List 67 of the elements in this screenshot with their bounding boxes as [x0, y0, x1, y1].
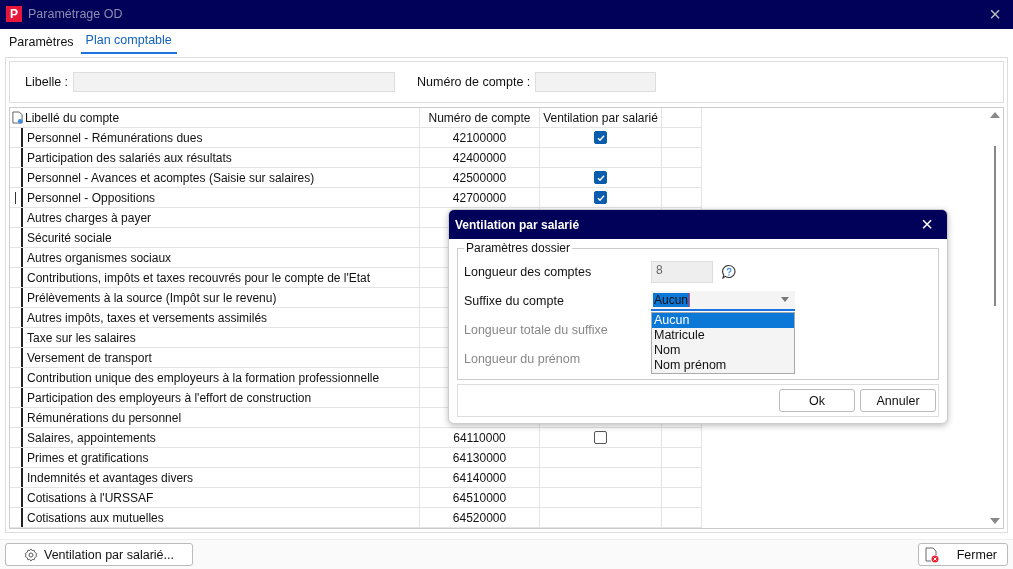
close-button[interactable]: ×: [989, 4, 1001, 25]
table-cell: 42100000: [452, 130, 507, 145]
dropdown-option[interactable]: Matricule: [652, 327, 794, 343]
table-cell: Cotisations à l'URSSAF: [23, 488, 420, 508]
checkbox[interactable]: [594, 191, 607, 205]
close-button[interactable]: ×: [921, 213, 933, 236]
table-cell: Contribution unique des employeurs à la formation professionnelle: [23, 368, 420, 388]
table-cell: 64140000: [452, 470, 507, 485]
table-cell: Personnel - Oppositions: [23, 188, 420, 208]
table-cell: Prélèvements à la source (Impôt sur le revenu): [23, 288, 420, 308]
filter-label: Numéro de compte :: [417, 75, 531, 90]
table-cell: Participation des salariés aux résultats: [23, 148, 420, 168]
dialog-title: Ventilation par salarié: [455, 217, 580, 232]
table-cell: 64510000: [452, 490, 507, 505]
dropdown-option[interactable]: Nom prénom: [652, 357, 794, 373]
dropdown-option[interactable]: Nom: [652, 342, 794, 358]
gear-icon: [24, 547, 38, 562]
table-cell: 42700000: [452, 190, 507, 205]
table-cell: 64520000: [452, 510, 507, 525]
table-cell: Rémunérations du personnel: [23, 408, 420, 428]
column-header[interactable]: Numéro de compte: [420, 108, 540, 128]
dropdown-option[interactable]: Aucun: [652, 312, 794, 328]
caret-icon: [781, 297, 789, 302]
number-field[interactable]: 8: [651, 260, 713, 283]
document-icon[interactable]: [12, 111, 23, 125]
field-label: Longueur des comptes: [464, 264, 593, 279]
table-cell: 42500000: [452, 170, 507, 185]
column-header[interactable]: Ventilation par salarié: [540, 108, 662, 128]
help-icon[interactable]: [721, 263, 737, 280]
table-cell: Indemnités et avantages divers: [23, 468, 420, 488]
table-cell: Autres impôts, taxes et versements assimilés: [23, 308, 420, 328]
checkbox[interactable]: [594, 171, 607, 185]
ventilation-button[interactable]: Ventilation par salarié...: [5, 543, 193, 567]
table-cell: Taxe sur les salaires: [23, 328, 420, 348]
table-cell: 42400000: [452, 150, 507, 165]
column-header[interactable]: Libellé du compte: [25, 110, 120, 125]
table-cell: Salaires, appointements: [23, 428, 420, 448]
table-cell: Personnel - Avances et acomptes (Saisie sur salaires): [23, 168, 420, 188]
tab[interactable]: Plan comptable: [80, 32, 177, 55]
filter-label: Libelle :: [25, 75, 69, 90]
filter-field[interactable]: [73, 72, 396, 93]
ok-button[interactable]: Ok: [779, 389, 855, 412]
table-cell: Sécurité sociale: [23, 228, 420, 248]
table-cell: 64130000: [452, 450, 507, 465]
filter-field[interactable]: [535, 72, 657, 93]
table-cell: 64110000: [453, 430, 506, 445]
group-title: Paramètres dossier: [465, 241, 572, 255]
tab[interactable]: Paramètres: [4, 32, 79, 55]
checkbox[interactable]: [594, 431, 607, 445]
table-cell: Cotisations aux mutuelles: [23, 508, 420, 528]
document-close-icon: [924, 546, 939, 563]
checkbox[interactable]: [594, 131, 607, 145]
table-cell: Participation des employeurs à l'effort de construction: [23, 388, 420, 408]
table-cell: Autres organismes sociaux: [23, 248, 420, 268]
table-cell: Versement de transport: [23, 348, 420, 368]
table-cell: Personnel - Rémunérations dues: [23, 128, 420, 148]
cancel-button[interactable]: Annuler: [860, 389, 936, 412]
close-window-button[interactable]: Fermer: [917, 543, 1008, 567]
table-cell: Autres charges à payer: [23, 208, 420, 228]
table-cell: Primes et gratifications: [23, 448, 420, 468]
field-label: Suffixe du compte: [464, 293, 565, 308]
window-title: Paramétrage OD: [28, 7, 124, 22]
table-cell: Contributions, impôts et taxes recouvrés pour le compte de l'Etat: [23, 268, 420, 288]
field-label: Longueur du prénom: [464, 351, 582, 366]
app-logo: P: [6, 6, 22, 23]
suffix-dropdown[interactable]: Aucun: [651, 290, 795, 311]
field-label: Longueur totale du suffixe: [464, 322, 609, 337]
